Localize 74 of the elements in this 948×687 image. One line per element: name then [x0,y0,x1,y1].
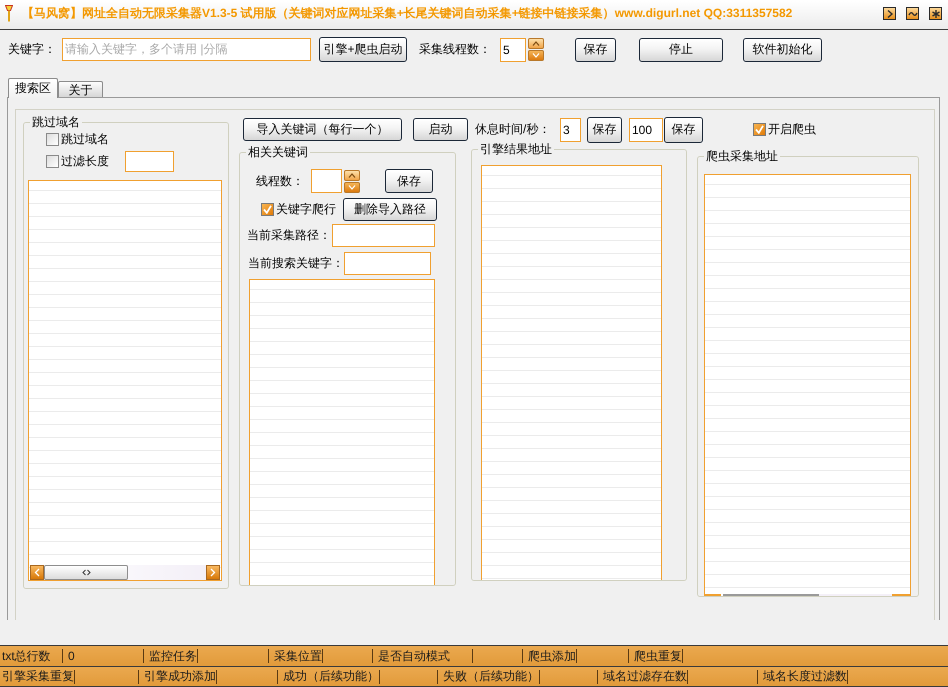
group-title: 跳过域名 [31,115,81,129]
checkbox-label: 开启爬虫 [768,121,816,138]
reset-button[interactable]: 软件初始化 [743,38,822,62]
import-keywords-button[interactable]: 导入关键词（每行一个） [243,118,402,141]
thread-count-label: 线程数： [256,172,305,190]
window-button[interactable] [929,7,942,20]
scroll-right-button[interactable] [206,565,220,580]
check-icon [263,205,272,214]
status-text: 采集位置 [274,648,322,664]
app-icon [5,5,13,22]
status-text: 引擎成功添加 [144,668,216,685]
thread-count-field[interactable]: 5 [500,38,526,62]
spin-down-button[interactable] [528,50,544,61]
checkbox-label: 过滤长度 [61,152,109,170]
path-label: 当前采集路径： [247,227,332,244]
spin-up-button[interactable] [344,170,360,180]
keyword-field[interactable] [344,252,431,275]
checkbox-label: 关键字爬行 [276,201,336,218]
window-title: 【马风窝】网址全自动无限采集器V1.3-5 试用版（关键词对应网址采集+长尾关键词自动采集+链接中链接采集）www.digurl.net QQ:3311357582 [22,5,794,22]
checkbox-label: 跳过域名 [61,130,109,148]
check-icon [755,125,764,134]
checkbox[interactable] [46,132,59,146]
grip-icon [82,569,90,576]
save-button[interactable]: 保存 [664,116,703,142]
rest-time-label: 休息时间/秒： [475,121,552,138]
scrollbar-drawing[interactable] [705,594,910,596]
path-field[interactable] [332,224,435,247]
list-box[interactable] [28,180,222,581]
checkbox[interactable] [46,154,59,168]
scrollbar-thumb[interactable] [44,565,128,580]
save-button[interactable]: 保存 [587,116,622,142]
stop-button[interactable]: 停止 [639,38,723,62]
group-title: 引擎结果地址 [479,142,553,156]
tab[interactable]: 关于 [58,81,103,97]
chevron-down-icon [348,184,356,190]
checkbox[interactable] [261,203,274,216]
status-text: 爬虫添加 [528,648,576,664]
scroll-left-button[interactable] [30,565,44,580]
status-text: 成功（后续功能） [283,668,379,685]
thread-count-field[interactable] [311,169,342,193]
limit-field[interactable]: 100 [629,118,663,142]
asterisk-icon [930,8,940,18]
status-text: 0 [68,649,75,663]
spin-down-button[interactable] [344,182,360,192]
spin-up-button[interactable] [528,38,544,49]
status-text: 爬虫重复 [634,648,682,664]
chevron-down-icon [532,53,540,58]
checkbox[interactable] [753,123,766,136]
thread-count-label: 采集线程数： [419,41,492,58]
tab[interactable]: 搜索区 [8,78,58,98]
delete-path-button[interactable]: 删除导入路径 [343,198,437,221]
window-button[interactable] [883,7,896,20]
status-text: 监控任务 [149,648,197,664]
chevron-right-icon [210,568,216,577]
save-button[interactable]: 保存 [385,169,433,193]
status-text: 失败（后续功能） [443,668,539,685]
group-title: 爬虫采集地址 [705,149,779,163]
keyword-label: 关键字： [8,41,57,58]
status-text: 引擎采集重复 [2,668,74,685]
status-text: txt总行数 [2,648,51,664]
rest-time-field[interactable]: 3 [560,118,581,142]
status-text: 域名长度过滤数 [763,668,847,685]
chevron-up-icon [348,172,356,178]
keyword-label: 当前搜索关键字： [248,255,344,272]
length-field[interactable] [125,150,174,172]
chevron-left-icon [34,568,40,577]
group-title: 相关关键词 [247,145,309,159]
start-button[interactable]: 引擎+爬虫启动 [319,37,407,62]
status-text: 是否自动模式 [378,648,450,664]
status-text: 域名过滤存在数 [603,668,687,685]
save-button[interactable]: 保存 [575,38,616,62]
start-button[interactable]: 启动 [413,118,468,141]
chevron-up-icon [532,41,540,46]
window-button[interactable] [906,7,919,20]
